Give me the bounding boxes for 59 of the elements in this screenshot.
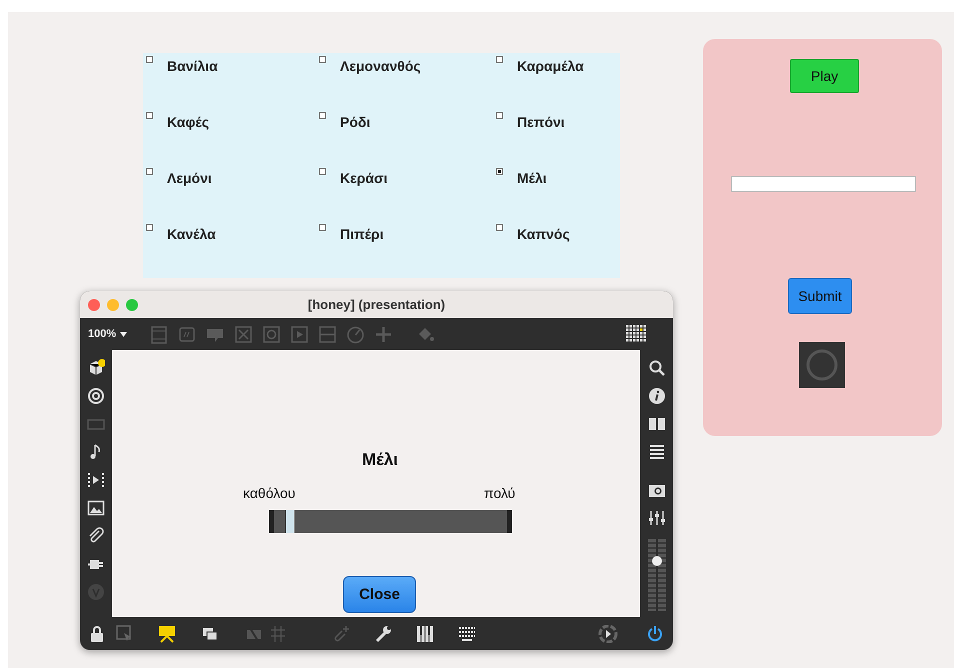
- piano-icon[interactable]: [416, 624, 434, 642]
- mixer-icon[interactable]: [648, 509, 666, 527]
- close-button[interactable]: Close: [343, 576, 416, 613]
- checkbox[interactable]: [319, 56, 326, 63]
- checkbox-label: Κανέλα: [167, 226, 216, 242]
- checkbox[interactable]: [496, 168, 503, 175]
- checkbox-label: Πιπέρι: [340, 226, 384, 242]
- window-title: [honey] (presentation): [308, 297, 446, 312]
- grid-icon[interactable]: [626, 325, 647, 343]
- checkbox[interactable]: [146, 112, 153, 119]
- list-icon[interactable]: [648, 443, 666, 461]
- checkbox-label: Καφές: [167, 114, 210, 130]
- play-button[interactable]: Play: [790, 59, 859, 93]
- checkbox-label: Κεράσι: [340, 170, 388, 186]
- checkbox[interactable]: [319, 168, 326, 175]
- toggle-icon[interactable]: [234, 324, 254, 344]
- image-icon[interactable]: [87, 499, 105, 517]
- video-icon[interactable]: [87, 471, 105, 489]
- checkbox[interactable]: [496, 56, 503, 63]
- slider-min-label: καθόλου: [243, 485, 296, 501]
- close-icon[interactable]: [88, 298, 100, 310]
- paperclip-icon[interactable]: [87, 527, 105, 545]
- submit-button[interactable]: Submit: [788, 278, 852, 314]
- zoom-dropdown[interactable]: 100%: [88, 328, 128, 340]
- caret-icon[interactable]: [120, 332, 128, 336]
- checkbox[interactable]: [146, 224, 153, 231]
- checkbox[interactable]: [496, 224, 503, 231]
- checkbox[interactable]: [496, 112, 503, 119]
- keyboard-icon[interactable]: [458, 624, 476, 642]
- checkbox[interactable]: [146, 168, 153, 175]
- gain-slider[interactable]: [648, 539, 666, 611]
- checkbox-label: Λεμονανθός: [340, 58, 421, 74]
- book-icon[interactable]: [648, 415, 666, 433]
- slider-thumb[interactable]: [285, 510, 296, 533]
- info-icon[interactable]: [648, 387, 666, 405]
- checkbox[interactable]: [146, 56, 153, 63]
- slider-max-label: πολύ: [484, 485, 516, 501]
- power-icon[interactable]: [647, 624, 663, 642]
- presentation-icon[interactable]: [158, 624, 176, 642]
- text-field[interactable]: [731, 176, 916, 192]
- wrench-icon[interactable]: [374, 624, 392, 642]
- select-icon[interactable]: [116, 624, 132, 642]
- checkbox-label: Καπνός: [517, 226, 570, 242]
- search-icon[interactable]: [648, 359, 666, 377]
- checkbox-label: Βανίλια: [167, 58, 218, 74]
- paperclip-plus-icon[interactable]: [332, 624, 350, 642]
- slider-title: Μέλι: [362, 450, 398, 470]
- checkbox[interactable]: [319, 224, 326, 231]
- target-icon[interactable]: [87, 387, 105, 405]
- lock-icon[interactable]: [90, 624, 104, 642]
- checkbox-label: Λεμόνι: [167, 170, 212, 186]
- checkbox[interactable]: [319, 112, 326, 119]
- cube-icon[interactable]: [87, 359, 105, 377]
- checkbox-label: Καραμέλα: [517, 58, 584, 74]
- checkbox-label: Μέλι: [517, 170, 547, 186]
- checkbox-label: Ρόδι: [340, 114, 370, 130]
- checkbox-label: Πεπόνι: [517, 114, 565, 130]
- slider[interactable]: [269, 510, 512, 533]
- slider-icon[interactable]: [318, 324, 338, 344]
